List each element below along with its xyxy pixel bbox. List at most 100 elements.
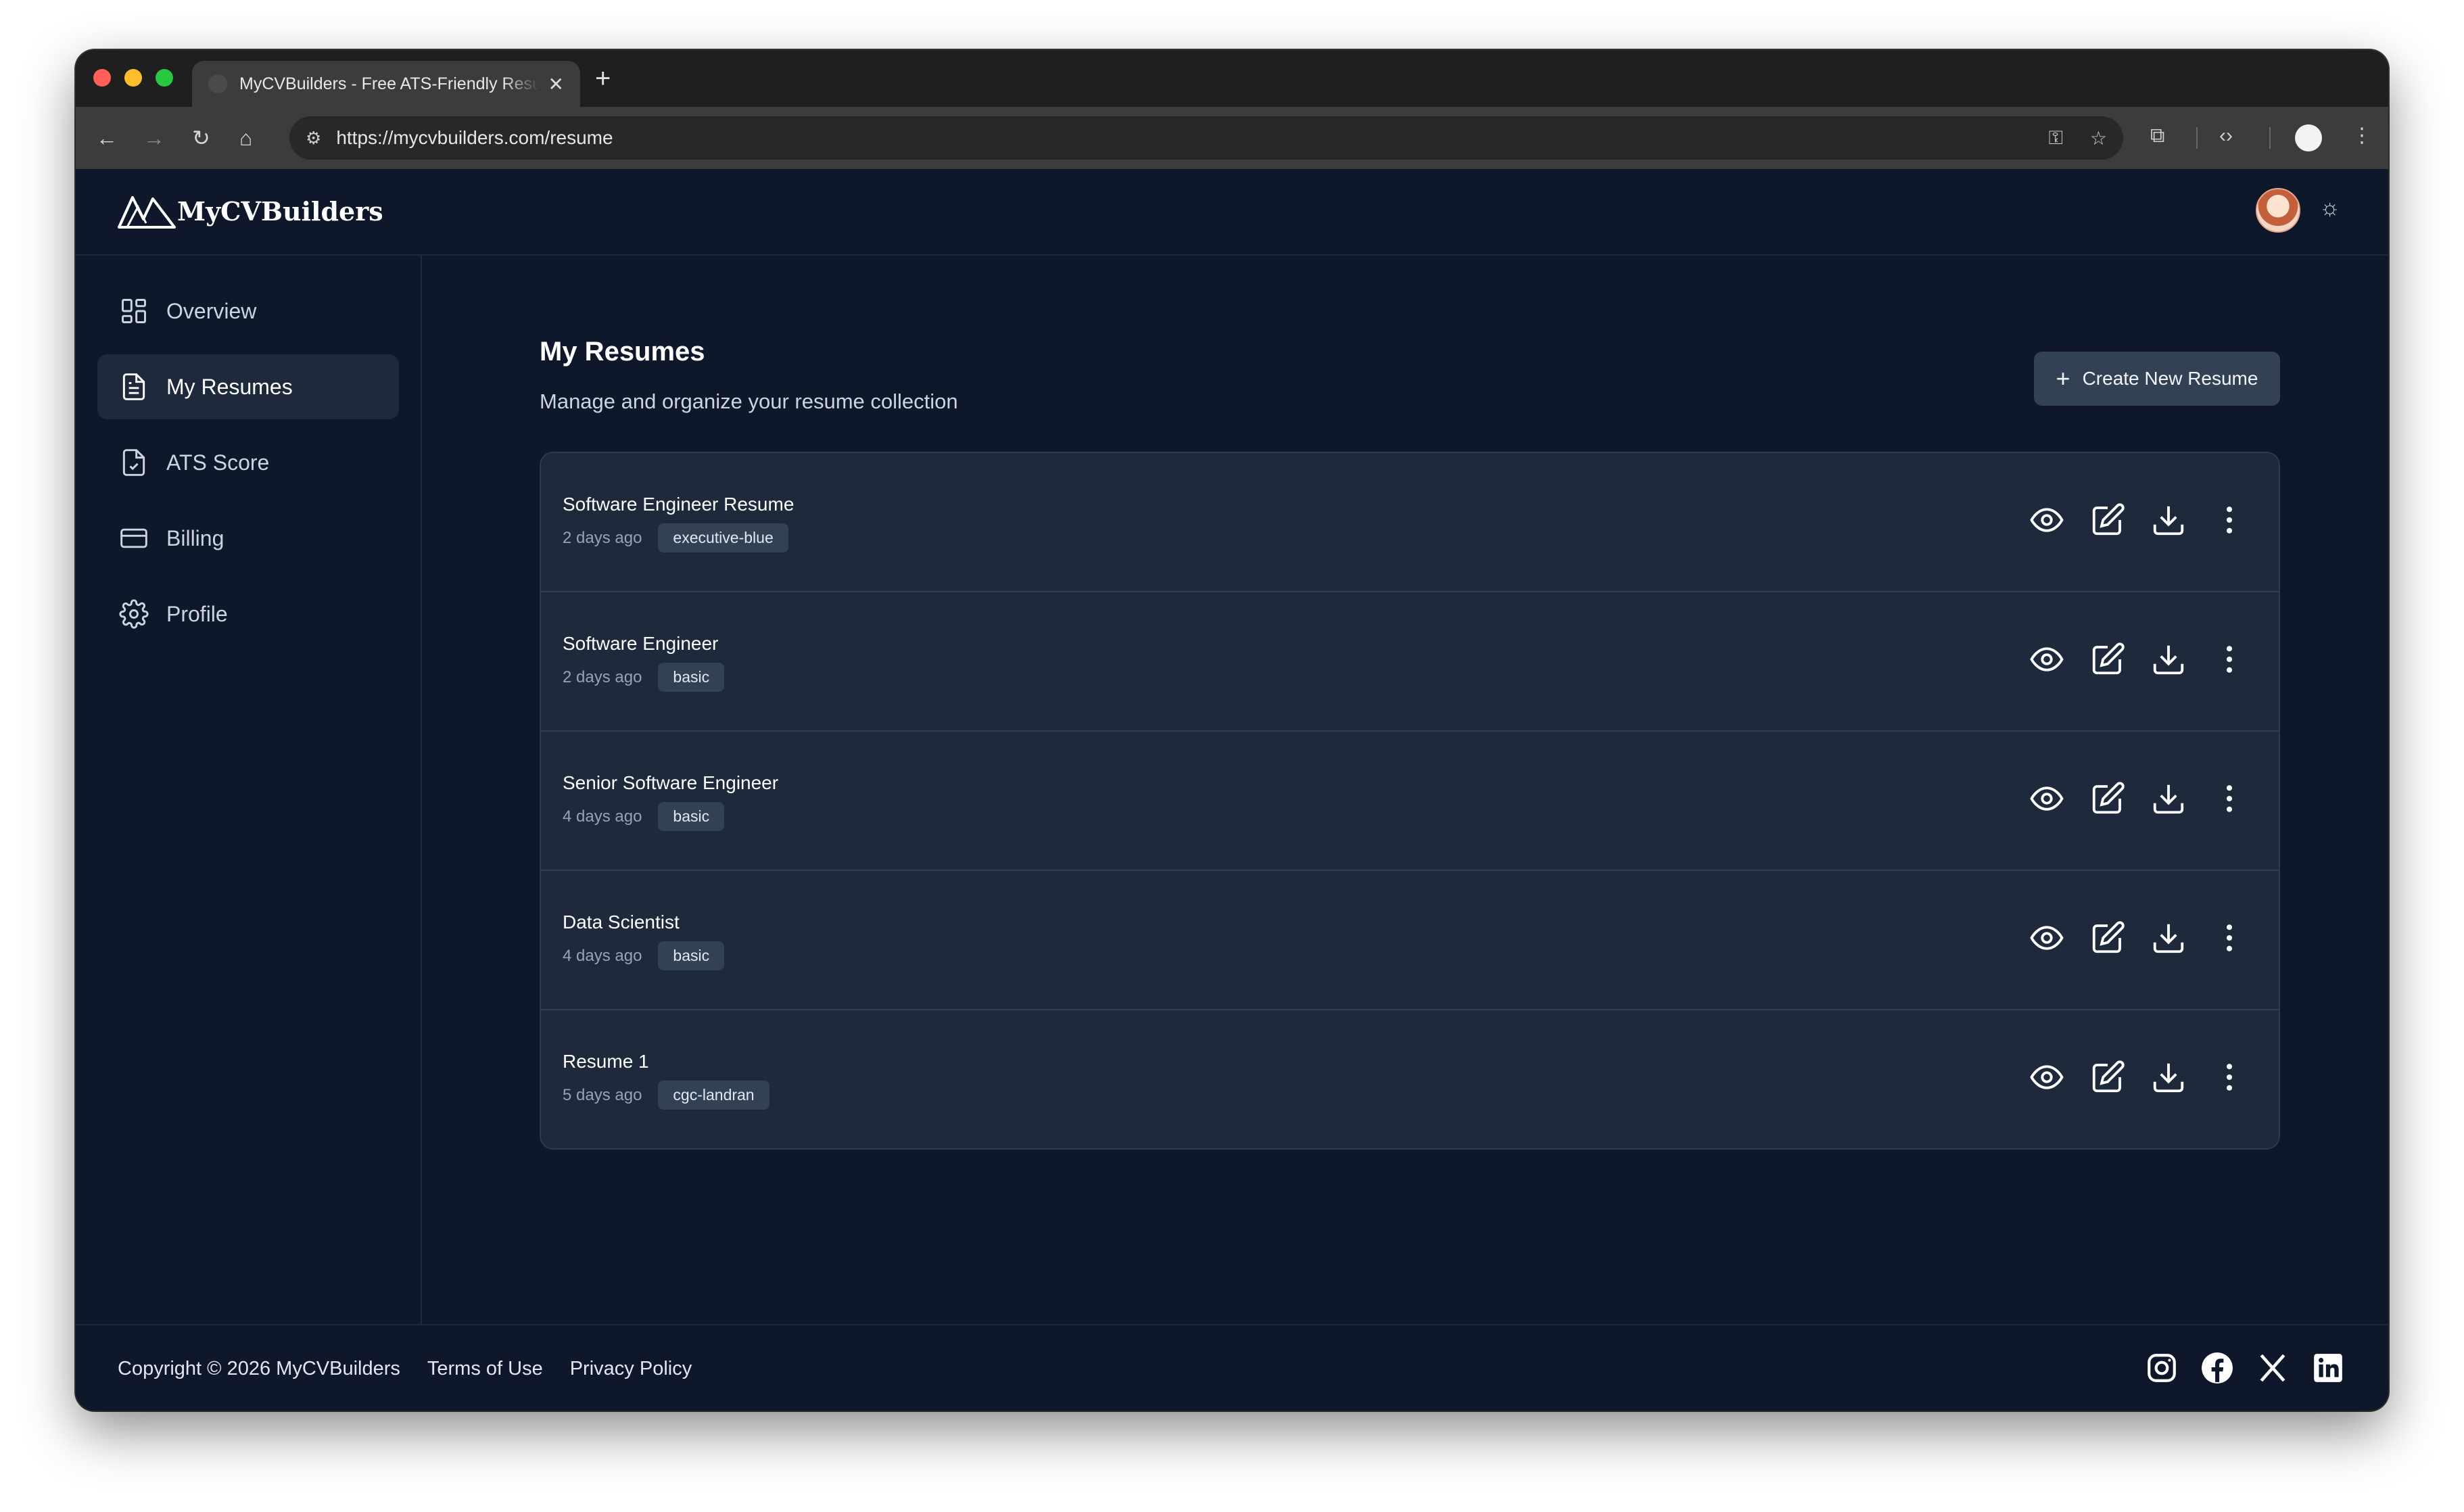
instagram-icon[interactable] (2145, 1351, 2179, 1385)
page-subtitle: Manage and organize your resume collecti… (540, 389, 958, 413)
minimize-window-button[interactable] (124, 69, 142, 87)
resume-list: Software Engineer Resume 2 days ago execut… (540, 452, 2280, 1150)
download-resume-button[interactable] (2150, 503, 2187, 540)
edit-resume-button[interactable] (2089, 920, 2126, 958)
privacy-link[interactable]: Privacy Policy (570, 1358, 692, 1380)
url-text: https://mycvbuilders.com/resume (336, 127, 613, 148)
create-new-resume-button[interactable]: + Create New Resume (2034, 352, 2280, 406)
edit-icon (2089, 780, 2126, 820)
view-resume-button[interactable] (2029, 503, 2065, 540)
resume-updated: 4 days ago (563, 946, 642, 965)
more-vertical-icon (2211, 502, 2248, 542)
download-resume-button[interactable] (2150, 921, 2187, 958)
resume-actions (2029, 642, 2248, 679)
site-settings-icon[interactable]: ⚙ (306, 128, 321, 149)
resume-updated: 2 days ago (563, 528, 642, 547)
view-resume-button[interactable] (2029, 921, 2065, 958)
sidebar-item-ats-score[interactable]: ATS Score (97, 430, 399, 495)
address-bar[interactable]: ⚙ https://mycvbuilders.com/resume ⚿ ☆ (289, 116, 2123, 160)
forward-icon[interactable]: → (143, 127, 165, 149)
download-resume-button[interactable] (2150, 1060, 2187, 1097)
sidebar-item-label: My Resumes (166, 374, 293, 399)
template-badge: cgc-landran (658, 1081, 769, 1110)
user-avatar[interactable] (2256, 188, 2300, 233)
resume-actions (2029, 780, 2248, 820)
more-vertical-icon (2211, 920, 2248, 960)
sun-icon[interactable]: ☼ (2319, 196, 2340, 219)
resume-row[interactable]: Software Engineer Resume 2 days ago execut… (541, 453, 2279, 592)
sidebar-item-overview[interactable]: Overview (97, 279, 399, 344)
download-icon (2150, 1059, 2187, 1099)
more-options-button[interactable] (2211, 503, 2248, 540)
x-twitter-icon[interactable] (2256, 1351, 2290, 1385)
reload-icon[interactable]: ↻ (192, 127, 210, 149)
resume-title[interactable]: Software Engineer (563, 633, 718, 655)
edit-resume-button[interactable] (2089, 502, 2126, 540)
download-resume-button[interactable] (2150, 782, 2187, 818)
gear-icon (119, 599, 149, 629)
social-links (2145, 1351, 2345, 1385)
toolbar-divider (2196, 127, 2198, 149)
download-icon (2150, 780, 2187, 820)
template-badge: basic (658, 802, 725, 831)
browser-tab[interactable]: MyCVBuilders - Free ATS-Friendly Resume … (192, 61, 580, 107)
sidebar-item-label: Billing (166, 525, 224, 550)
resume-title[interactable]: Senior Software Engineer (563, 772, 778, 794)
view-resume-button[interactable] (2029, 1060, 2065, 1097)
download-icon (2150, 920, 2187, 960)
resume-row[interactable]: Senior Software Engineer 4 days ago basic (541, 732, 2279, 871)
view-resume-button[interactable] (2029, 782, 2065, 818)
resume-row[interactable]: Software Engineer 2 days ago basic (541, 592, 2279, 732)
eye-icon (2029, 1059, 2065, 1099)
home-icon[interactable]: ⌂ (239, 127, 252, 149)
template-badge: basic (658, 941, 725, 970)
browser-menu-icon[interactable]: ⋮ (2352, 126, 2372, 146)
back-icon[interactable]: ← (96, 127, 118, 149)
sidebar-item-label: ATS Score (166, 450, 270, 475)
create-button-label: Create New Resume (2082, 368, 2258, 389)
devtools-icon[interactable]: ‹› (2219, 126, 2233, 146)
more-options-button[interactable] (2211, 782, 2248, 818)
sidebar-item-profile[interactable]: Profile (97, 582, 399, 646)
edit-resume-button[interactable] (2089, 1060, 2126, 1097)
extensions-icon[interactable]: ⧉ (2150, 126, 2164, 146)
more-options-button[interactable] (2211, 1060, 2248, 1097)
facebook-icon[interactable] (2200, 1351, 2234, 1385)
resume-title[interactable]: Resume 1 (563, 1051, 649, 1072)
resume-title[interactable]: Software Engineer Resume (563, 494, 794, 515)
app-header: MyCVBuilders ☼ (76, 169, 2388, 256)
more-options-button[interactable] (2211, 921, 2248, 958)
password-key-icon[interactable]: ⚿ (2049, 127, 2063, 149)
toolbar-divider (2269, 127, 2271, 149)
view-resume-button[interactable] (2029, 642, 2065, 679)
resume-meta: 4 days ago basic (563, 802, 725, 831)
edit-resume-button[interactable] (2089, 642, 2126, 679)
new-tab-icon[interactable]: + (595, 65, 611, 92)
linkedin-icon[interactable] (2311, 1351, 2345, 1385)
brand-logo-link[interactable]: MyCVBuilders (118, 193, 383, 229)
sidebar-item-label: Profile (166, 601, 228, 626)
app-root: MyCVBuilders ☼ Overview My Resumes ATS S… (76, 169, 2388, 1411)
resume-updated: 5 days ago (563, 1085, 642, 1104)
more-options-button[interactable] (2211, 642, 2248, 679)
plus-icon: + (2056, 364, 2070, 392)
sidebar-item-my-resumes[interactable]: My Resumes (97, 354, 399, 419)
resume-meta: 4 days ago basic (563, 941, 725, 970)
terms-link[interactable]: Terms of Use (427, 1358, 543, 1380)
browser-toolbar: ← → ↻ ⌂ ⚙ https://mycvbuilders.com/resum… (76, 107, 2388, 169)
maximize-window-button[interactable] (156, 69, 173, 87)
resume-title[interactable]: Data Scientist (563, 912, 680, 933)
template-badge: basic (658, 663, 725, 692)
bookmark-star-icon[interactable]: ☆ (2090, 127, 2107, 149)
resume-meta: 2 days ago executive-blue (563, 523, 788, 552)
download-resume-button[interactable] (2150, 642, 2187, 679)
dashboard-icon (122, 299, 146, 323)
close-window-button[interactable] (93, 69, 111, 87)
resume-row[interactable]: Resume 1 5 days ago cgc-landran (541, 1010, 2279, 1148)
edit-resume-button[interactable] (2089, 780, 2126, 820)
sidebar-item-label: Overview (166, 298, 257, 323)
sidebar-item-billing[interactable]: Billing (97, 506, 399, 571)
close-tab-icon[interactable]: ✕ (548, 73, 564, 95)
resume-row[interactable]: Data Scientist 4 days ago basic (541, 871, 2279, 1010)
browser-profile-avatar[interactable] (2295, 124, 2322, 151)
